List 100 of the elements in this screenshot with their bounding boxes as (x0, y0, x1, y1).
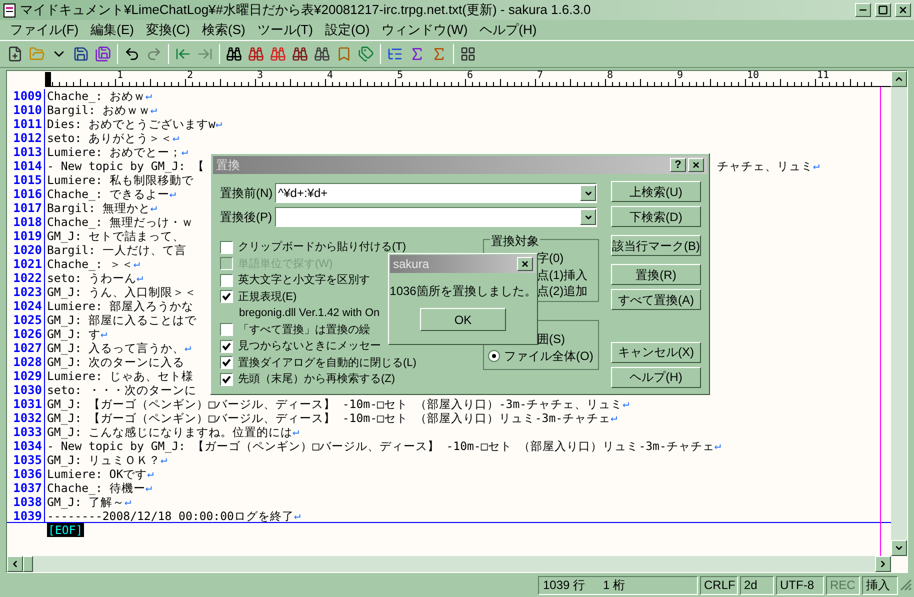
close-icon[interactable] (895, 3, 911, 17)
dialog-button[interactable]: キャンセル(X) (611, 342, 701, 362)
line-number: 1030 (7, 383, 45, 397)
code-line: Bargil: 一人だけ、て言 (46, 243, 186, 257)
dialog-button[interactable]: すべて置換(A) (611, 289, 701, 310)
column-position: 1 桁 (603, 577, 626, 594)
caret-right-icon (878, 559, 888, 569)
line-number: 1017 (7, 201, 45, 215)
line-end-mark: ↵ (294, 509, 301, 522)
ruler-label: 4 (327, 71, 334, 81)
menu-item[interactable]: ウィンドウ(W) (376, 20, 474, 40)
close-button[interactable]: × (517, 257, 533, 271)
dropdown-button[interactable] (580, 209, 596, 225)
code-line: Lumiere: 部屋入ろうかな (46, 299, 194, 313)
line-number: 1031 (7, 397, 45, 411)
message-title: sakura (393, 256, 430, 273)
line-number: 1035 (7, 453, 45, 467)
ruler-label: 9 (677, 71, 684, 81)
scroll-left-button[interactable] (7, 556, 23, 572)
menu-item[interactable]: ツール(T) (251, 20, 319, 40)
menu-item[interactable]: ファイル(F) (4, 20, 85, 40)
vertical-scrollbar[interactable] (891, 71, 907, 556)
checkbox[interactable] (220, 274, 233, 287)
line-end-mark: ↵ (145, 89, 152, 103)
ruler-label: 5 (397, 71, 404, 81)
code-line: Bargil: おめｗｗ (46, 103, 150, 117)
radio-button[interactable] (488, 350, 500, 362)
dialog-button[interactable]: ヘルプ(H) (611, 366, 701, 388)
checkbox-label: 見つからないときにメッセー (238, 339, 381, 354)
code-line: Chache_: 待機ー (46, 481, 146, 495)
code-line: GM_J: セトで詰まって、 (46, 229, 185, 243)
line-end-mark: ↵ (184, 341, 192, 355)
checkbox[interactable] (220, 372, 233, 386)
message-text: 1036箇所を置換しました。 (390, 283, 536, 300)
code-line: Lumiere: じゃあ、セト様 (46, 369, 194, 383)
line-number: 1028 (7, 355, 45, 369)
line-number: 1034 (7, 439, 45, 453)
radio-label: ファイル全体(O) (504, 348, 594, 365)
checkbox[interactable] (220, 323, 233, 336)
ruler-label: 2 (187, 71, 194, 81)
field-label: 置換後(P) (220, 209, 273, 226)
radio-label: 字(0) (537, 250, 564, 268)
library-version-note: bregonig.dll Ver.1.42 with On (239, 306, 380, 321)
dialog-button[interactable]: 下検索(D) (611, 206, 701, 227)
line-number: 1011 (7, 117, 45, 131)
checkbox[interactable] (220, 240, 233, 254)
record-status: REC (826, 576, 860, 594)
line-number: 1020 (7, 243, 45, 257)
caret-down-icon (584, 188, 592, 198)
caret-left-icon (10, 559, 20, 569)
checkbox[interactable] (220, 290, 233, 304)
menu-item[interactable]: 編集(E) (84, 20, 140, 40)
line-number: 1036 (7, 467, 45, 481)
code-line: GM_J: 部屋に入ることはで (46, 313, 197, 327)
menu-item[interactable]: 検索(S) (196, 20, 252, 40)
menu-item[interactable]: 設定(O) (318, 20, 376, 40)
code-line: GM_J: 次のターンに入る (46, 355, 185, 369)
dialog-button[interactable]: 該当行マーク(B) (611, 235, 701, 256)
dialog-title: 置換 (216, 157, 241, 174)
line-end-mark: ↵ (714, 439, 722, 453)
encoding-status: UTF-8 (776, 576, 824, 594)
code-line: seto: ・・・次のターンに (46, 383, 197, 397)
checkbox[interactable] (220, 356, 233, 370)
dialog-button[interactable]: 置換(R) (611, 264, 701, 285)
checkbox[interactable] (220, 340, 233, 353)
line-end-mark: ↵ (124, 495, 132, 509)
help-button[interactable]: ? (670, 158, 686, 172)
dropdown-button[interactable] (580, 185, 596, 201)
line-number: 1016 (7, 187, 45, 201)
line-number: 1024 (7, 299, 45, 313)
line-end-mark: ↵ (147, 467, 154, 481)
dialog-button[interactable]: 上検索(U) (611, 181, 701, 202)
radio-label: 点(1)挿入 (537, 266, 588, 284)
scroll-up-button[interactable] (891, 71, 907, 87)
scroll-thumb[interactable] (23, 556, 33, 572)
scroll-down-button[interactable] (891, 540, 907, 556)
code-line: GM_J: 【ガーゴ（ペンギン）□バージル、ディース】 -10m-□セト （部屋入り口）-3m-チャチェ、リュミ (46, 397, 623, 411)
line-number: 1032 (7, 411, 45, 425)
combo-field[interactable]: ^¥d+:¥d+ (275, 183, 597, 203)
line-end-mark: ↵ (150, 103, 158, 117)
line-end-mark: ↵ (133, 257, 140, 271)
caret-down-icon (584, 212, 592, 222)
horizontal-scrollbar[interactable] (7, 556, 891, 572)
line-end-mark: ↵ (622, 397, 630, 411)
code-line: GM_J: 【ガーゴ（ペンギン）□バージル、ディース】 -10m-□セト （部屋入り口）リュミ-3m-チャチェ (46, 411, 611, 425)
char-code-status: 2d (740, 576, 774, 594)
line-end-mark: ↵ (136, 271, 144, 285)
combo-field[interactable] (275, 207, 597, 227)
minimize-icon[interactable] (855, 3, 871, 17)
menu-item[interactable]: 変換(C) (140, 20, 196, 40)
caret-up-icon (894, 74, 904, 84)
maximize-icon[interactable] (875, 3, 891, 17)
scroll-right-button[interactable] (875, 556, 891, 572)
checkbox-label: クリップボードから貼り付ける(T) (238, 240, 406, 255)
field-label: 置換前(N) (220, 185, 274, 202)
line-number: 1009 (7, 89, 45, 103)
ruler-label: 7 (537, 71, 544, 81)
ok-button[interactable]: OK (420, 308, 506, 331)
menu-item[interactable]: ヘルプ(H) (474, 20, 543, 40)
close-button[interactable]: × (688, 158, 704, 172)
